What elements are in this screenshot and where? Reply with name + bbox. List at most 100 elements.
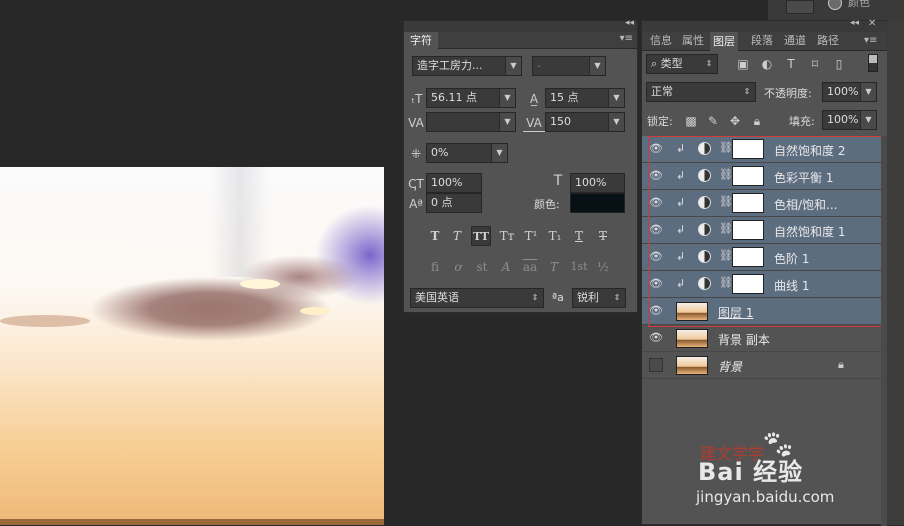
document-canvas[interactable] bbox=[0, 167, 384, 525]
panel-menu-icon[interactable]: ▾≡ bbox=[864, 35, 877, 46]
character-tabbar: 字符 ▾≡ bbox=[404, 32, 637, 49]
opacity-label: 不透明度: bbox=[764, 87, 812, 100]
layer-thumbnail[interactable] bbox=[676, 329, 708, 348]
ligatures-button[interactable]: fi bbox=[425, 257, 445, 277]
faux-bold-button[interactable]: T bbox=[425, 226, 445, 246]
color-icon[interactable] bbox=[828, 0, 842, 10]
lock-position-icon[interactable]: ✥ bbox=[728, 113, 742, 129]
sun-rays bbox=[210, 167, 270, 277]
ordinals-button[interactable]: 1st bbox=[569, 257, 589, 277]
leading-icon: A̲ bbox=[529, 92, 539, 106]
fill-value: 100% bbox=[827, 113, 859, 126]
tab-channels[interactable]: 通道 bbox=[781, 32, 809, 49]
close-icon[interactable]: ✕ bbox=[868, 18, 876, 29]
font-size-field[interactable]: 56.11 点 ▼ bbox=[426, 88, 516, 108]
layer-filter-select[interactable]: ⌕ 类型 ⇕ bbox=[646, 54, 718, 74]
filter-kind-value: 类型 bbox=[660, 57, 683, 70]
superscript-button[interactable]: T¹ bbox=[521, 226, 541, 246]
tab-paths[interactable]: 路径 bbox=[814, 32, 842, 49]
chevron-down-icon: ▼ bbox=[505, 57, 521, 75]
lock-image-icon[interactable]: ✎ bbox=[706, 113, 720, 129]
shape-filter-icon[interactable]: ⌑ bbox=[808, 56, 822, 72]
horizontal-scale-field[interactable]: 100% bbox=[570, 173, 625, 193]
horizontal-scale-icon: T bbox=[553, 173, 563, 189]
collapse-icon[interactable]: ◂◂ bbox=[850, 18, 859, 28]
vertical-scale-value: 100% bbox=[431, 176, 463, 189]
low-cloud bbox=[0, 315, 90, 327]
kerning-field[interactable]: ▼ bbox=[426, 112, 516, 132]
tracking-icon: VA bbox=[523, 115, 545, 132]
tab-paragraph[interactable]: 段落 bbox=[748, 32, 776, 49]
baseline-shift-icon: Aª bbox=[409, 197, 423, 211]
baseline-shift-value: 0 点 bbox=[431, 196, 453, 209]
tab-properties[interactable]: 属性 bbox=[679, 32, 707, 49]
discretionary-ligatures-button[interactable]: st bbox=[472, 257, 492, 277]
chevron-down-icon: ▼ bbox=[608, 113, 624, 131]
leading-value: 15 点 bbox=[550, 91, 579, 104]
selection-outline bbox=[648, 136, 882, 327]
collapse-icon[interactable]: ◂◂ bbox=[625, 18, 634, 28]
layer-name: 背景 副本 bbox=[718, 333, 770, 347]
blend-mode-value: 正常 bbox=[651, 85, 673, 98]
stylistic-alternates-button[interactable]: aa bbox=[520, 257, 540, 277]
chevron-down-icon: ▼ bbox=[589, 57, 605, 75]
chevron-updown-icon: ⇕ bbox=[743, 87, 751, 96]
panel-collapse-bar[interactable]: ◂◂ bbox=[404, 18, 637, 32]
chevron-down-icon: ▼ bbox=[860, 83, 876, 101]
faux-italic-button[interactable]: T bbox=[447, 226, 467, 246]
font-style-select[interactable]: - ▼ bbox=[532, 56, 606, 76]
all-caps-button[interactable]: TT bbox=[471, 226, 491, 246]
strikethrough-button[interactable]: T bbox=[593, 226, 613, 246]
contextual-alternates-button[interactable]: ơ bbox=[448, 257, 468, 277]
smart-object-filter-icon[interactable]: ▯ bbox=[832, 56, 846, 72]
watermark-url: jingyan.baidu.com bbox=[696, 488, 835, 506]
tracking-value: 150 bbox=[550, 115, 571, 128]
adjustment-filter-icon[interactable]: ◐ bbox=[760, 56, 774, 72]
text-color-swatch[interactable] bbox=[570, 193, 625, 213]
kerning-icon: VA bbox=[408, 116, 424, 130]
panel-collapse-bar[interactable]: ◂◂ ✕ bbox=[642, 18, 888, 32]
eye-icon[interactable]: 👁︎ bbox=[649, 331, 663, 345]
small-caps-button[interactable]: Tт bbox=[497, 226, 517, 246]
dock-color-label: 颜色 bbox=[848, 0, 870, 9]
swash-button[interactable]: A bbox=[496, 257, 516, 277]
layer-thumbnail[interactable] bbox=[676, 356, 708, 375]
tab-info[interactable]: 信息 bbox=[647, 32, 675, 49]
font-family-select[interactable]: 造字工房力... ▼ bbox=[412, 56, 522, 76]
antialias-select[interactable]: 锐利 ⇕ bbox=[572, 288, 626, 308]
dock-button[interactable] bbox=[786, 0, 814, 14]
filter-toggle[interactable] bbox=[868, 54, 878, 72]
baseline-shift-field[interactable]: 0 点 bbox=[426, 193, 482, 213]
panel-menu-icon[interactable]: ▾≡ bbox=[620, 33, 633, 44]
tab-layers[interactable]: 图层 bbox=[710, 32, 738, 51]
type-filter-icon[interactable]: T bbox=[784, 56, 798, 72]
vertical-scale-field[interactable]: 100% bbox=[426, 173, 482, 193]
chevron-down-icon: ▼ bbox=[499, 89, 515, 107]
lock-transparency-icon[interactable]: ▩ bbox=[684, 113, 698, 129]
horizontal-scale-value: 100% bbox=[575, 176, 607, 189]
lock-all-icon[interactable]: 🔒︎ bbox=[750, 113, 764, 129]
underline-button[interactable]: T bbox=[569, 226, 589, 246]
character-panel: ◂◂ 字符 ▾≡ 造字工房力... ▼ - ▼ ₜT 56.11 点 ▼ A̲ … bbox=[403, 18, 638, 313]
fractions-button[interactable]: ½ bbox=[593, 257, 613, 277]
titling-alternates-button[interactable]: T bbox=[544, 257, 564, 277]
search-icon: ⌕ bbox=[651, 57, 661, 70]
pixel-filter-icon[interactable]: ▣ bbox=[736, 56, 750, 72]
tsume-field[interactable]: 0% ▼ bbox=[426, 143, 508, 163]
layers-tabbar: 信息 属性 图层 段落 通道 路径 ▾≡ bbox=[642, 32, 888, 51]
tsume-value: 0% bbox=[431, 146, 449, 159]
language-select[interactable]: 美国英语 ⇕ bbox=[410, 288, 544, 308]
subscript-button[interactable]: T₁ bbox=[545, 226, 565, 246]
layer-row[interactable]: 背景 🔒︎ bbox=[642, 352, 882, 379]
tab-character[interactable]: 字符 bbox=[404, 32, 438, 49]
tracking-field[interactable]: 150 ▼ bbox=[545, 112, 625, 132]
color-label: 颜色: bbox=[534, 198, 560, 211]
layer-row[interactable]: 👁︎ 背景 副本 bbox=[642, 325, 882, 352]
watermark: 建文学学 Bai 经验 🐾︎ jingyan.baidu.com bbox=[690, 428, 890, 521]
fill-field[interactable]: 100% ▼ bbox=[822, 110, 877, 130]
leading-field[interactable]: 15 点 ▼ bbox=[545, 88, 625, 108]
chevron-down-icon: ▼ bbox=[499, 113, 515, 131]
visibility-toggle-empty[interactable] bbox=[649, 358, 663, 372]
blend-mode-select[interactable]: 正常 ⇕ bbox=[646, 82, 756, 102]
opacity-field[interactable]: 100% ▼ bbox=[822, 82, 877, 102]
